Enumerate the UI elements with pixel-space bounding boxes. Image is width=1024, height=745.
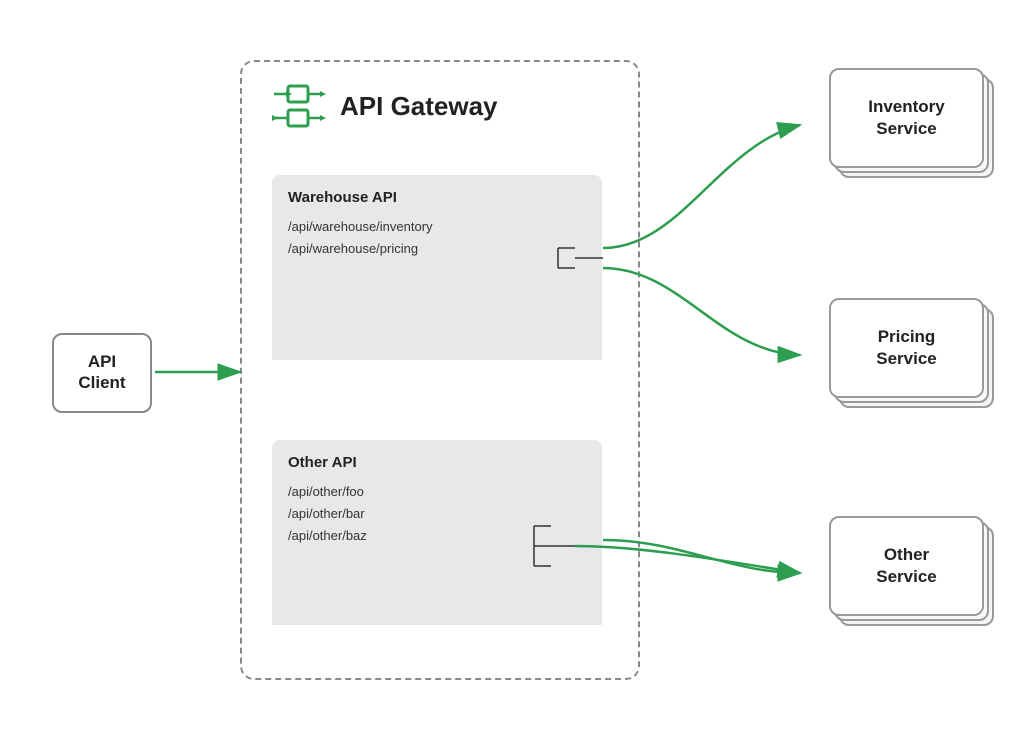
route-other-bar: /api/other/bar <box>288 503 586 525</box>
warehouse-api-panel: Warehouse API /api/warehouse/inventory /… <box>272 175 602 360</box>
pricing-service-card-front: Pricing Service <box>829 298 984 398</box>
route-other-baz: /api/other/baz <box>288 525 586 547</box>
other-api-panel: Other API /api/other/foo /api/other/bar … <box>272 440 602 625</box>
inventory-service-card-front: Inventory Service <box>829 68 984 168</box>
wavy-bottom-warehouse <box>272 268 602 296</box>
other-service-label: Other Service <box>876 544 937 588</box>
other-service-card-front: Other Service <box>829 516 984 616</box>
wavy-bottom-other <box>272 555 602 583</box>
gateway-icon <box>270 78 326 134</box>
diagram-container: API Client API Gateway Warehouse API /ap… <box>0 0 1024 745</box>
warehouse-api-routes: /api/warehouse/inventory /api/warehouse/… <box>272 212 602 268</box>
warehouse-api-title: Warehouse API <box>272 175 602 212</box>
route-warehouse-inventory: /api/warehouse/inventory <box>288 216 586 238</box>
pricing-service-label: Pricing Service <box>876 326 937 370</box>
inventory-service-label: Inventory Service <box>868 96 945 140</box>
other-api-routes: /api/other/foo /api/other/bar /api/other… <box>272 477 602 555</box>
other-service-stack: Other Service <box>829 516 994 626</box>
api-client-box: API Client <box>52 333 152 413</box>
route-warehouse-pricing: /api/warehouse/pricing <box>288 238 586 260</box>
pricing-service-cards: Pricing Service <box>829 298 994 408</box>
gateway-header: API Gateway <box>270 78 498 134</box>
other-service-cards: Other Service <box>829 516 994 626</box>
inventory-service-stack: Inventory Service <box>829 68 994 178</box>
other-api-title: Other API <box>272 440 602 477</box>
api-client-label: API Client <box>78 352 125 393</box>
inventory-service-cards: Inventory Service <box>829 68 994 178</box>
gateway-title: API Gateway <box>340 91 498 122</box>
route-other-foo: /api/other/foo <box>288 481 586 503</box>
pricing-service-stack: Pricing Service <box>829 298 994 408</box>
